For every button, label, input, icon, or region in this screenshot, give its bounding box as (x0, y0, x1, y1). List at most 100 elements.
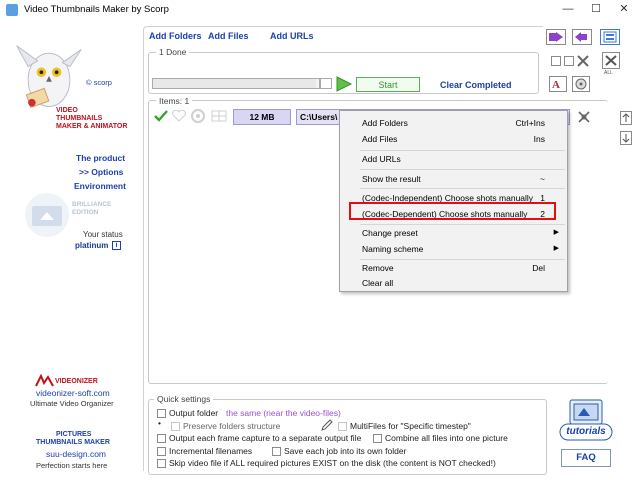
submenu-arrow-icon: ▶ (553, 229, 559, 236)
menu-item-add-folders[interactable]: Add Folders Ctrl+Ins (340, 115, 567, 131)
film-gear-icon[interactable] (190, 108, 206, 124)
sidebar: © scorp VIDEO THUMBNAILS MAKER & ANIMATO… (0, 20, 140, 500)
start-button[interactable]: Start (356, 77, 420, 92)
view-button[interactable] (600, 29, 620, 45)
menu-separator (360, 169, 565, 170)
menu-item-add-files[interactable]: Add Files Ins (340, 131, 567, 147)
menu-item-label: Add URLs (362, 154, 401, 164)
progress-end (320, 78, 332, 89)
menu-item-label: Naming scheme (362, 244, 424, 254)
edition-line-1: BRILLIANCE (72, 201, 112, 208)
font-a-icon: A (552, 79, 560, 91)
move-up-button[interactable] (620, 111, 632, 125)
skip-video-label: Skip video file if ALL required pictures… (169, 458, 496, 468)
menu-item-label: Change preset (362, 228, 418, 238)
items-legend: Items: 1 (156, 96, 193, 106)
edition-line-2: EDITION (72, 209, 99, 216)
svg-text:A: A (552, 79, 560, 91)
clear-completed-link[interactable]: Clear Completed (440, 80, 512, 90)
pictures-line-1: PICTURES (56, 431, 92, 438)
progress-legend: 1 Done (156, 47, 190, 57)
brand-line-2: THUMBNAILS (56, 115, 103, 122)
nav-the-product[interactable]: The product (76, 153, 125, 163)
menu-item-change-preset[interactable]: Change preset ▶ (340, 225, 567, 241)
menu-separator (360, 188, 565, 189)
incremental-checkbox[interactable] (157, 447, 166, 456)
item-remove-icon[interactable] (576, 109, 592, 125)
thumbnails-icon[interactable] (210, 108, 228, 124)
export-button[interactable] (546, 29, 566, 45)
brand-line-1: VIDEO (56, 107, 78, 114)
output-folder-checkbox[interactable] (157, 409, 166, 418)
owl-logo-icon (16, 45, 82, 109)
multifiles-checkbox[interactable] (338, 422, 347, 431)
menu-item-label: Add Folders (362, 118, 408, 128)
close-button[interactable]: ✕ (610, 0, 638, 20)
move-down-button[interactable] (620, 131, 632, 145)
menu-item-shortcut: Ctrl+Ins (515, 118, 545, 128)
status-value: platinum (75, 241, 109, 250)
status-label: Your status (83, 230, 123, 239)
menu-item-label: Remove (362, 263, 394, 273)
separate-file-label: Output each frame capture to a separate … (169, 433, 362, 443)
own-folder-checkbox[interactable] (272, 447, 281, 456)
nav-options[interactable]: >> Options (79, 167, 123, 177)
scorp-credit: © scorp (86, 78, 112, 87)
videonizer-logo-icon (35, 374, 54, 387)
import-button[interactable] (572, 29, 592, 45)
arrow-up-icon (622, 113, 630, 122)
arrow-right-icon (549, 32, 563, 42)
menu-item-show-result[interactable]: Show the result ~ (340, 171, 567, 187)
heart-icon[interactable] (172, 110, 186, 122)
multifiles-label: MultiFiles for "Specific timestep" (350, 421, 471, 431)
menu-item-remove[interactable]: Remove Del (340, 260, 567, 276)
play-icon[interactable] (334, 75, 354, 93)
submenu-arrow-icon: ▶ (553, 245, 559, 252)
item-size: 12 MB (233, 109, 291, 125)
progress-bar (152, 78, 320, 89)
context-menu: Add Folders Ctrl+Ins Add Files Ins Add URL… (339, 110, 568, 292)
remove-all-button[interactable] (602, 52, 620, 69)
small-square-button-2[interactable] (564, 56, 574, 66)
menu-item-clear-all[interactable]: Clear all (340, 275, 567, 291)
pictures-link[interactable]: suu-design.com (46, 449, 106, 459)
arrows-swap-icon (575, 32, 587, 42)
nav-environment[interactable]: Environment (74, 181, 126, 191)
faq-button[interactable]: FAQ (561, 449, 611, 467)
edition-badge-icon (25, 193, 69, 237)
tutorials-label: tutorials (566, 426, 606, 437)
separate-file-checkbox[interactable] (157, 434, 166, 443)
preserve-structure-checkbox[interactable] (171, 422, 180, 431)
maximize-button[interactable]: ☐ (582, 0, 610, 20)
highlight-box (349, 202, 556, 220)
menu-item-shortcut: ~ (540, 174, 545, 184)
add-urls-link[interactable]: Add URLs (270, 31, 314, 41)
pictures-line-2: THUMBNAILS MAKER (36, 439, 110, 446)
settings-button[interactable] (572, 76, 590, 92)
all-label: ALL (604, 70, 613, 76)
pencil-icon[interactable] (320, 418, 334, 432)
menu-item-shortcut: Ins (533, 134, 545, 144)
font-button[interactable]: A (549, 76, 567, 92)
status-info-icon[interactable]: i (112, 241, 121, 250)
check-icon (154, 110, 168, 122)
disc-icon (575, 78, 587, 90)
app-icon (6, 4, 18, 16)
remove-x-icon[interactable] (575, 53, 591, 69)
combine-all-checkbox[interactable] (373, 434, 382, 443)
skip-video-checkbox[interactable] (157, 459, 166, 468)
videonizer-desc: Ultimate Video Organizer (30, 399, 114, 408)
brand-line-3: MAKER & ANIMATOR (56, 123, 128, 130)
videonizer-link[interactable]: videonizer-soft.com (36, 388, 110, 398)
menu-item-naming-scheme[interactable]: Naming scheme ▶ (340, 241, 567, 257)
menu-item-shortcut: Del (532, 263, 545, 273)
tutorials-button[interactable]: tutorials (556, 398, 616, 442)
remove-all-x-icon (605, 55, 617, 66)
menu-item-add-urls[interactable]: Add URLs (340, 151, 567, 167)
add-folders-link[interactable]: Add Folders (149, 31, 202, 41)
add-files-link[interactable]: Add Files (208, 31, 249, 41)
output-folder-value[interactable]: the same (near the video-files) (226, 408, 341, 418)
small-square-button-1[interactable] (551, 56, 561, 66)
minimize-button[interactable]: — (554, 0, 582, 20)
bullet: • (158, 418, 161, 428)
